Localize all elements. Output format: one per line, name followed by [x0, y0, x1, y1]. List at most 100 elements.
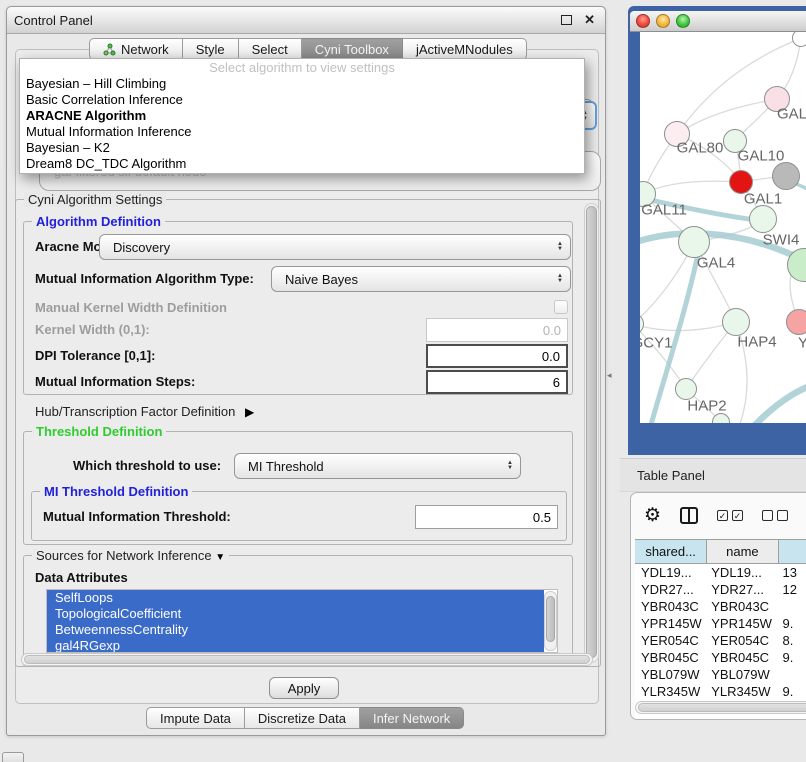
algorithm-option-bayesian-k2[interactable]: Bayesian – K2: [20, 140, 584, 156]
mi-threshold-definition-title: MI Threshold Definition: [40, 484, 192, 499]
tab-network[interactable]: Network: [89, 38, 183, 60]
settings-hscrollbar-thumb[interactable]: [24, 655, 590, 664]
apply-button[interactable]: Apply: [269, 677, 339, 699]
kernel-width-label: Kernel Width (0,1):: [35, 318, 150, 342]
algorithm-option-dream8-dc-tdc-algorithm[interactable]: Dream8 DC_TDC Algorithm: [20, 156, 584, 172]
network-node[interactable]: [772, 162, 800, 190]
settings-scrollbar-thumb[interactable]: [586, 206, 597, 658]
dpi-tolerance-field[interactable]: 0.0: [426, 344, 568, 368]
aracne-mode-combo[interactable]: Discovery ▲▼: [99, 234, 571, 260]
close-window-icon[interactable]: ✕: [584, 12, 595, 28]
sources-group-title[interactable]: Sources for Network Inference ▼: [32, 548, 229, 563]
table-row[interactable]: YER054CYER054C8.: [635, 632, 806, 649]
node-label-gal10: GAL10: [738, 148, 785, 165]
mi-steps-field[interactable]: 6: [426, 370, 568, 394]
attributes-list-scrollbar[interactable]: [544, 591, 557, 651]
desktop: Control Panel ✕ Network StyleSelectCyni T…: [0, 0, 806, 762]
minimize-traffic-light-icon[interactable]: [656, 14, 670, 28]
manual-kernel-checkbox[interactable]: [554, 300, 568, 314]
algorithm-definition-title: Algorithm Definition: [32, 214, 165, 229]
attributes-list-scrollbar-thumb[interactable]: [546, 596, 555, 642]
mi-steps-label: Mutual Information Steps:: [35, 370, 195, 394]
column-header-shared[interactable]: shared...: [635, 540, 707, 563]
control-panel-titlebar[interactable]: Control Panel ✕: [7, 7, 605, 34]
node-label-gal: GAL: [777, 106, 806, 123]
attribute-item-gal4rgexp[interactable]: gal4RGexp: [47, 638, 544, 653]
kernel-width-field[interactable]: 0.0: [426, 318, 568, 342]
table-hscrollbar-thumb[interactable]: [638, 703, 806, 712]
column-header-col2[interactable]: [779, 540, 806, 563]
column-header-name[interactable]: name: [707, 540, 778, 563]
table-row[interactable]: YBL079WYBL079W: [635, 666, 806, 683]
network-icon: [103, 43, 116, 56]
tab-discretize-data[interactable]: Discretize Data: [245, 707, 360, 729]
node-label-hap2: HAP2: [687, 398, 726, 415]
zoom-traffic-light-icon[interactable]: [676, 14, 690, 28]
tab-impute-data[interactable]: Impute Data: [146, 707, 245, 729]
split-columns-icon[interactable]: [680, 507, 698, 524]
mi-threshold-field[interactable]: 0.5: [415, 505, 558, 529]
combo-arrows-icon: ▲▼: [550, 274, 570, 285]
tab-cyni-toolbox[interactable]: Cyni Toolbox: [302, 38, 403, 60]
table-panel-title: Table Panel: [620, 468, 705, 483]
select-all-rows-icon[interactable]: ✓ ✓: [717, 510, 743, 521]
network-node[interactable]: [678, 226, 710, 258]
table-toolbar: ⚙ ✓ ✓: [631, 499, 806, 531]
tab-label: Discretize Data: [258, 708, 346, 729]
deselect-all-rows-icon[interactable]: [762, 510, 788, 521]
close-traffic-light-icon[interactable]: [636, 14, 650, 28]
algorithm-option-bayesian-hill-climbing[interactable]: Bayesian – Hill Climbing: [20, 76, 584, 92]
settings-scrollbar[interactable]: [584, 203, 599, 663]
table-row[interactable]: YLR345WYLR345W9.: [635, 683, 806, 700]
table-row[interactable]: YPR145WYPR145W9.: [635, 615, 806, 632]
float-window-icon[interactable]: [561, 15, 572, 25]
unchecked-checkbox-icon: [777, 510, 788, 521]
network-node[interactable]: [792, 32, 806, 47]
algorithm-option-basic-correlation-inference[interactable]: Basic Correlation Inference: [20, 92, 584, 108]
table-header-row: shared...name: [635, 539, 806, 564]
node-label-hap4: HAP4: [737, 334, 776, 351]
algorithm-popup-placeholder: Select algorithm to view settings: [20, 59, 584, 76]
algorithm-option-mutual-information-inference[interactable]: Mutual Information Inference: [20, 124, 584, 140]
splitter-collapse-icon[interactable]: ◂: [607, 370, 612, 381]
which-threshold-combo[interactable]: MI Threshold ▲▼: [234, 453, 521, 479]
table-cell: YER054C: [707, 633, 778, 648]
table-row[interactable]: YBR045CYBR045C9.: [635, 649, 806, 666]
node-label-gal4: GAL4: [697, 255, 735, 272]
attribute-item-betweennesscentrality[interactable]: BetweennessCentrality: [47, 622, 544, 638]
gear-icon[interactable]: ⚙: [644, 504, 661, 527]
network-canvas[interactable]: GALGAL80GAL10GAL1GAL11GAL4SWI4GCY1HAP4YH…: [640, 32, 806, 423]
mi-type-value: Naive Bayes: [272, 272, 550, 287]
panel-grip-button[interactable]: [2, 752, 24, 762]
network-window-titlebar[interactable]: [630, 11, 806, 32]
attribute-item-selfloops[interactable]: SelfLoops: [47, 590, 544, 606]
tab-jactivemnodules[interactable]: jActiveMNodules: [403, 38, 527, 60]
table-row[interactable]: YBR043CYBR043C: [635, 598, 806, 615]
table-row[interactable]: YDL19...YDL19...13: [635, 564, 806, 581]
cyni-mode-tabs: Impute Data Discretize Data Infer Network: [146, 707, 464, 729]
table-cell: YER054C: [635, 633, 707, 648]
data-attributes-list[interactable]: SelfLoopsTopologicalCoefficientBetweenne…: [46, 589, 558, 653]
algorithm-option-aracne-algorithm[interactable]: ARACNE Algorithm: [20, 108, 584, 124]
attribute-item-topologicalcoefficient[interactable]: TopologicalCoefficient: [47, 606, 544, 622]
network-node[interactable]: [722, 308, 750, 336]
table-hscrollbar[interactable]: [635, 701, 806, 714]
tab-select[interactable]: Select: [239, 38, 302, 60]
network-node[interactable]: [786, 309, 806, 335]
table-row[interactable]: YDR27...YDR27...12: [635, 581, 806, 598]
checked-checkbox-icon: ✓: [732, 510, 743, 521]
node-label-swi4: SWI4: [763, 232, 800, 249]
tab-infer-network[interactable]: Infer Network: [360, 707, 464, 729]
hub-definition-expander[interactable]: Hub/Transcription Factor Definition ▶: [35, 402, 254, 422]
tab-style[interactable]: Style: [183, 38, 239, 60]
mi-type-combo[interactable]: Naive Bayes ▲▼: [271, 266, 571, 292]
network-node[interactable]: [749, 205, 777, 233]
table-cell: YDL19...: [707, 565, 778, 580]
table-cell: 9.: [779, 684, 806, 699]
table-cell: YBR045C: [635, 650, 707, 665]
network-view-window[interactable]: GALGAL80GAL10GAL1GAL11GAL4SWI4GCY1HAP4YH…: [628, 6, 806, 455]
tab-label: Network: [121, 39, 169, 60]
table-cell: YLR345W: [707, 684, 778, 699]
table-cell: 9.: [779, 616, 806, 631]
settings-hscrollbar[interactable]: [21, 653, 593, 666]
